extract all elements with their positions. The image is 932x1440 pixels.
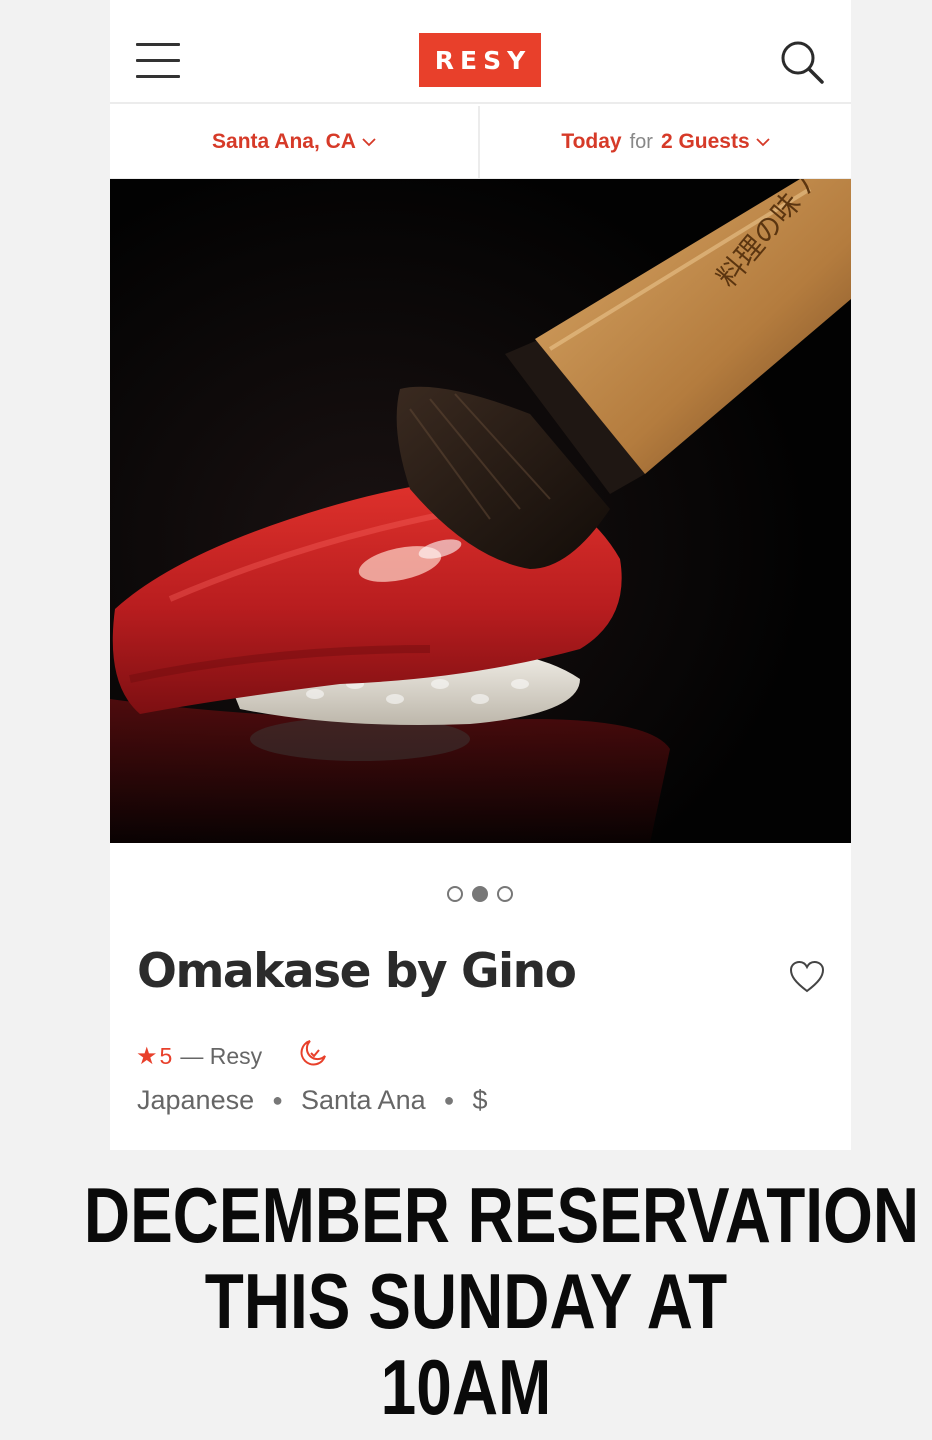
restaurant-photo[interactable]: 料理の味 ハケ: [110, 179, 851, 843]
moon-icon: [300, 1040, 327, 1066]
separator-dot: ●: [443, 1089, 455, 1110]
chevron-down-icon: [362, 138, 376, 147]
price-label: $: [472, 1084, 488, 1115]
cuisine-label: Japanese: [137, 1084, 255, 1115]
date-guests-selector[interactable]: Today for 2 Guests: [480, 106, 851, 178]
rating-row: ★ 5 — Resy: [136, 1038, 328, 1074]
neighborhood-label: Santa Ana: [300, 1084, 426, 1115]
carousel-dot[interactable]: [447, 886, 463, 902]
location-label: Santa Ana, CA: [212, 130, 356, 153]
chevron-down-icon: [756, 138, 770, 147]
rating-score: 5: [159, 1042, 173, 1069]
carousel-indicator[interactable]: [440, 886, 520, 904]
carousel-dot[interactable]: [497, 886, 513, 902]
heart-icon[interactable]: [789, 960, 825, 994]
filter-bar: Santa Ana, CA Today for 2 Guests: [110, 106, 851, 179]
star-icon: ★: [136, 1042, 158, 1070]
rating-source: — Resy: [180, 1042, 263, 1069]
menu-icon[interactable]: [136, 43, 180, 79]
separator-dot: ●: [272, 1089, 283, 1110]
search-icon[interactable]: [778, 38, 826, 86]
top-nav: RESY: [110, 0, 851, 104]
announcement-line: DECEMBER RESERVATION: [83, 1171, 920, 1259]
meta-row: Japanese ● Santa Ana ● $: [137, 1080, 488, 1120]
restaurant-name: Omakase by Gino: [137, 944, 577, 999]
location-selector[interactable]: Santa Ana, CA: [110, 106, 480, 178]
announcement-line: 10AM: [380, 1343, 552, 1431]
resy-logo[interactable]: RESY: [419, 33, 541, 87]
restaurant-card: RESY Santa Ana, CA Today for 2 Guests 料理…: [110, 0, 851, 1150]
sushi-image: 料理の味 ハケ: [110, 179, 851, 843]
announcement-caption: DECEMBER RESERVATION THIS SUNDAY AT 10AM: [83, 1171, 920, 1431]
announcement-line: THIS SUNDAY AT: [204, 1257, 728, 1345]
for-label: for: [629, 130, 653, 153]
guests-label: 2 Guests: [660, 130, 750, 153]
carousel-dot-active[interactable]: [472, 886, 488, 902]
date-label: Today: [561, 130, 622, 153]
